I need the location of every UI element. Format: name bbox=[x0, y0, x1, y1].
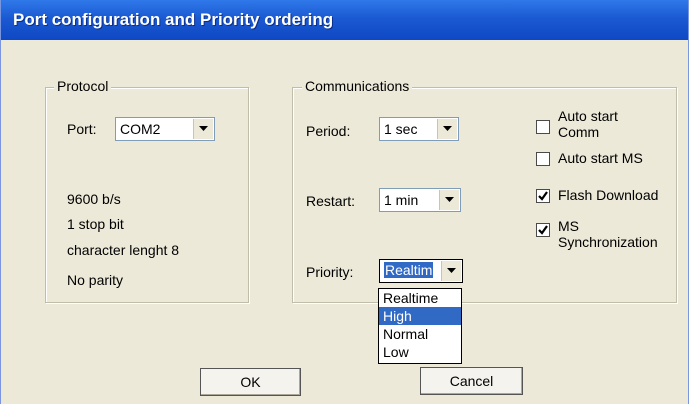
port-dropdown-button[interactable] bbox=[193, 119, 213, 139]
chevron-down-icon bbox=[443, 126, 452, 131]
checkmark-icon bbox=[538, 191, 548, 201]
title-bar[interactable]: Port configuration and Priority ordering bbox=[1, 0, 688, 40]
chevron-down-icon bbox=[445, 197, 454, 202]
port-select-value: COM2 bbox=[120, 121, 161, 137]
ms-synchronization-label: MS Synchronization bbox=[558, 218, 658, 250]
auto-start-ms-checkbox[interactable] bbox=[536, 152, 550, 166]
stop-bit-text: 1 stop bit bbox=[67, 216, 124, 232]
window-title: Port configuration and Priority ordering bbox=[13, 10, 334, 29]
ok-button[interactable]: OK bbox=[200, 368, 301, 396]
communications-legend: Communications bbox=[302, 78, 413, 94]
priority-select-value: Realtim bbox=[384, 262, 434, 278]
restart-label: Restart: bbox=[306, 193, 356, 209]
auto-start-comm-checkbox[interactable] bbox=[536, 120, 550, 134]
priority-dropdown-list: Realtime High Normal Low bbox=[378, 288, 462, 364]
chevron-down-icon bbox=[447, 268, 456, 273]
restart-select[interactable]: 1 min bbox=[379, 188, 461, 212]
cancel-button[interactable]: Cancel bbox=[420, 367, 523, 395]
priority-option-low[interactable]: Low bbox=[379, 343, 461, 361]
period-dropdown-button[interactable] bbox=[437, 119, 457, 139]
priority-label: Priority: bbox=[306, 264, 354, 280]
flash-download-checkbox[interactable] bbox=[536, 189, 550, 203]
dialog-window: Port configuration and Priority ordering… bbox=[0, 0, 689, 404]
restart-select-value: 1 min bbox=[384, 192, 419, 208]
checkmark-icon bbox=[538, 225, 548, 235]
ms-synchronization-checkbox[interactable] bbox=[536, 223, 550, 237]
chevron-down-icon bbox=[199, 126, 208, 131]
auto-start-comm-label: Auto start Comm bbox=[558, 108, 618, 140]
restart-dropdown-button[interactable] bbox=[439, 190, 459, 210]
priority-dropdown-button[interactable] bbox=[441, 261, 461, 281]
priority-option-high[interactable]: High bbox=[379, 307, 461, 325]
baud-rate-text: 9600 b/s bbox=[67, 191, 121, 207]
flash-download-label: Flash Download bbox=[558, 187, 659, 203]
parity-text: No parity bbox=[67, 272, 124, 288]
port-label: Port: bbox=[67, 121, 97, 137]
char-length-text: character lenght 8 bbox=[67, 242, 180, 258]
auto-start-ms-label: Auto start MS bbox=[558, 150, 643, 166]
priority-option-normal[interactable]: Normal bbox=[379, 325, 461, 343]
priority-option-realtime[interactable]: Realtime bbox=[379, 289, 461, 307]
priority-select[interactable]: Realtim bbox=[379, 259, 463, 283]
period-select-value: 1 sec bbox=[384, 121, 418, 137]
period-label: Period: bbox=[306, 123, 351, 139]
priority-selected-text: Realtim bbox=[384, 262, 434, 278]
port-select[interactable]: COM2 bbox=[115, 117, 215, 141]
protocol-legend: Protocol bbox=[54, 78, 112, 94]
period-select[interactable]: 1 sec bbox=[379, 117, 459, 141]
